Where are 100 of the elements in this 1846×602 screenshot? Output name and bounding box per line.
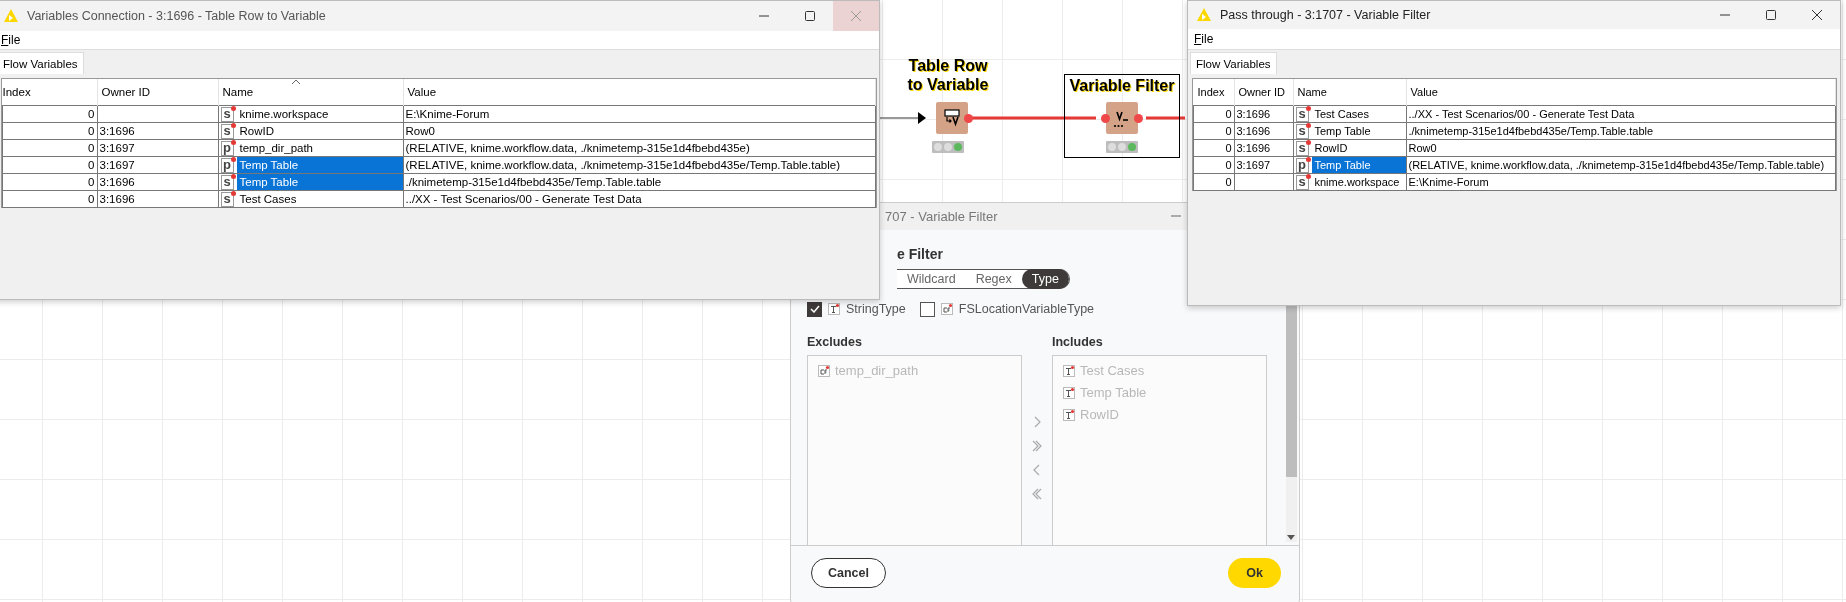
table-cell: 0	[2, 156, 97, 174]
table-cell: 3:1696	[1234, 105, 1293, 123]
list-heading: Includes	[1052, 334, 1104, 349]
table-cell[interactable]: Test Cases	[236, 191, 403, 207]
window-title: 707 - Variable Filter	[885, 208, 999, 224]
column-header[interactable]: Value	[403, 79, 876, 106]
table-cell[interactable]: Temp Table	[236, 174, 403, 190]
mode-tab[interactable]: Type	[1021, 268, 1069, 289]
logo-icon	[1196, 7, 1212, 23]
sort-caret-icon[interactable]	[290, 79, 301, 85]
maximize-icon[interactable]	[1765, 9, 1777, 21]
column-header[interactable]: Value	[1406, 79, 1836, 106]
table-cell: 0	[1193, 156, 1234, 174]
variable-type-icon: s	[220, 123, 234, 139]
table-cell[interactable]: RowID	[1311, 140, 1406, 156]
path-type-icon	[940, 303, 953, 316]
list-heading: Excludes	[807, 334, 863, 349]
window-title: Variables Connection - 3:1696 - Table Row to Variable	[27, 9, 327, 23]
node-label: Variable Filter	[1068, 76, 1176, 95]
string-type-icon	[828, 303, 840, 316]
table-cell: 3:1696	[97, 122, 218, 140]
table-cell: 0	[2, 173, 97, 191]
move-left-icon[interactable]	[1032, 462, 1042, 477]
table-cell[interactable]: RowID	[236, 123, 403, 139]
table-cell: 0	[1193, 173, 1234, 191]
table-cell: Row0	[403, 122, 876, 140]
move-all-left-icon[interactable]	[1031, 486, 1043, 501]
menu-item[interactable]: File	[1, 33, 21, 47]
checkbox[interactable]	[919, 301, 935, 317]
column-header[interactable]: Owner ID	[1234, 79, 1293, 106]
table-cell[interactable]: Temp Table	[1311, 123, 1406, 139]
scrollbar[interactable]	[1286, 304, 1297, 542]
move-all-right-icon[interactable]	[1031, 438, 1043, 453]
table-cell: ../XX - Test Scenarios/00 - Generate Test Data	[1406, 105, 1836, 123]
cancel-button[interactable]: Cancel	[811, 558, 886, 589]
tab[interactable]: Flow Variables	[1190, 52, 1277, 74]
table-cell: 0	[1193, 139, 1234, 157]
string-type-icon	[1063, 364, 1075, 377]
table-cell: Row0	[1406, 139, 1836, 157]
node-label: Table Row to Variable	[906, 56, 990, 94]
output-port-icon[interactable]	[1134, 113, 1143, 123]
checkbox[interactable]	[807, 301, 822, 317]
node-icon[interactable]	[936, 102, 968, 134]
logo-icon	[3, 8, 19, 24]
table-cell: E:\Knime-Forum	[1406, 173, 1836, 191]
column-header[interactable]: Index	[1193, 79, 1234, 106]
string-type-icon	[1063, 408, 1075, 421]
node-selection-frame[interactable]: Variable Filter	[1064, 74, 1180, 158]
checkbox-label: StringType	[846, 302, 906, 317]
variable-type-icon: p	[220, 140, 234, 156]
column-header[interactable]: Name	[218, 79, 403, 106]
column-header[interactable]: Name	[1293, 79, 1406, 106]
connection-line	[879, 112, 926, 124]
variable-type-icon: s	[220, 191, 234, 207]
table-cell: 0	[1193, 105, 1234, 123]
scrollbar-thumb[interactable]	[1286, 304, 1297, 477]
variable-type-icon: s	[220, 106, 234, 122]
node-icon[interactable]	[1106, 102, 1138, 134]
tab[interactable]: Flow Variables	[0, 52, 84, 74]
table-cell: ./knimetemp-315e1d4fbebd435e/Temp.Table.table	[403, 173, 876, 191]
variable-type-icon: s	[1295, 123, 1309, 139]
output-port-icon[interactable]	[964, 113, 973, 123]
table-cell: 0	[2, 139, 97, 157]
table-cell: E:\Knime-Forum	[403, 105, 876, 123]
table-cell: 0	[1193, 122, 1234, 140]
column-header[interactable]: Owner ID	[97, 79, 218, 106]
table-cell[interactable]: knime.workspace	[236, 106, 403, 122]
ok-button[interactable]: Ok	[1228, 558, 1281, 589]
table-cell[interactable]: Test Cases	[1311, 106, 1406, 122]
path-type-icon	[818, 364, 830, 377]
table-cell[interactable]: Temp Table	[236, 157, 403, 173]
scroll-down-icon[interactable]	[1287, 534, 1295, 540]
column-header[interactable]: Index	[2, 79, 97, 106]
table-cell[interactable]: Temp Table	[1311, 157, 1406, 173]
variable-type-icon: s	[1295, 106, 1309, 122]
variable-type-icon: s	[1295, 140, 1309, 156]
close-icon	[1811, 9, 1823, 21]
table-cell: 3:1697	[1234, 156, 1293, 174]
move-right-icon[interactable]	[1032, 414, 1042, 429]
mode-tab[interactable]: Wildcard	[897, 268, 966, 289]
string-type-icon	[1063, 386, 1075, 399]
table-cell[interactable]: knime.workspace	[1311, 174, 1406, 190]
maximize-icon[interactable]	[804, 10, 816, 22]
table-cell: 3:1696	[1234, 122, 1293, 140]
table-cell: ./knimetemp-315e1d4fbebd435e/Temp.Table.table	[1406, 122, 1836, 140]
table-cell: 0	[2, 190, 97, 208]
input-port-icon[interactable]	[1101, 113, 1110, 123]
table-cell: 3:1696	[97, 190, 218, 208]
menu-item[interactable]: File	[1194, 32, 1214, 46]
table-cell[interactable]: temp_dir_path	[236, 140, 403, 156]
connection-line	[1146, 116, 1185, 120]
table-cell: 3:1696	[1234, 139, 1293, 157]
table-cell: ../XX - Test Scenarios/00 - Generate Test Data	[403, 190, 876, 208]
checkbox-label: FSLocationVariableType	[958, 302, 1095, 317]
table-cell: 3:1697	[97, 139, 218, 157]
variable-type-icon: s	[220, 174, 234, 190]
table-cell: 0	[2, 122, 97, 140]
table-cell: (RELATIVE, knime.workflow.data, ./knimetemp-315e1d4fbebd435e/Temp.Table.table)	[1406, 156, 1836, 174]
table-cell: 0	[2, 105, 97, 123]
mode-tab[interactable]: Regex	[965, 268, 1022, 289]
